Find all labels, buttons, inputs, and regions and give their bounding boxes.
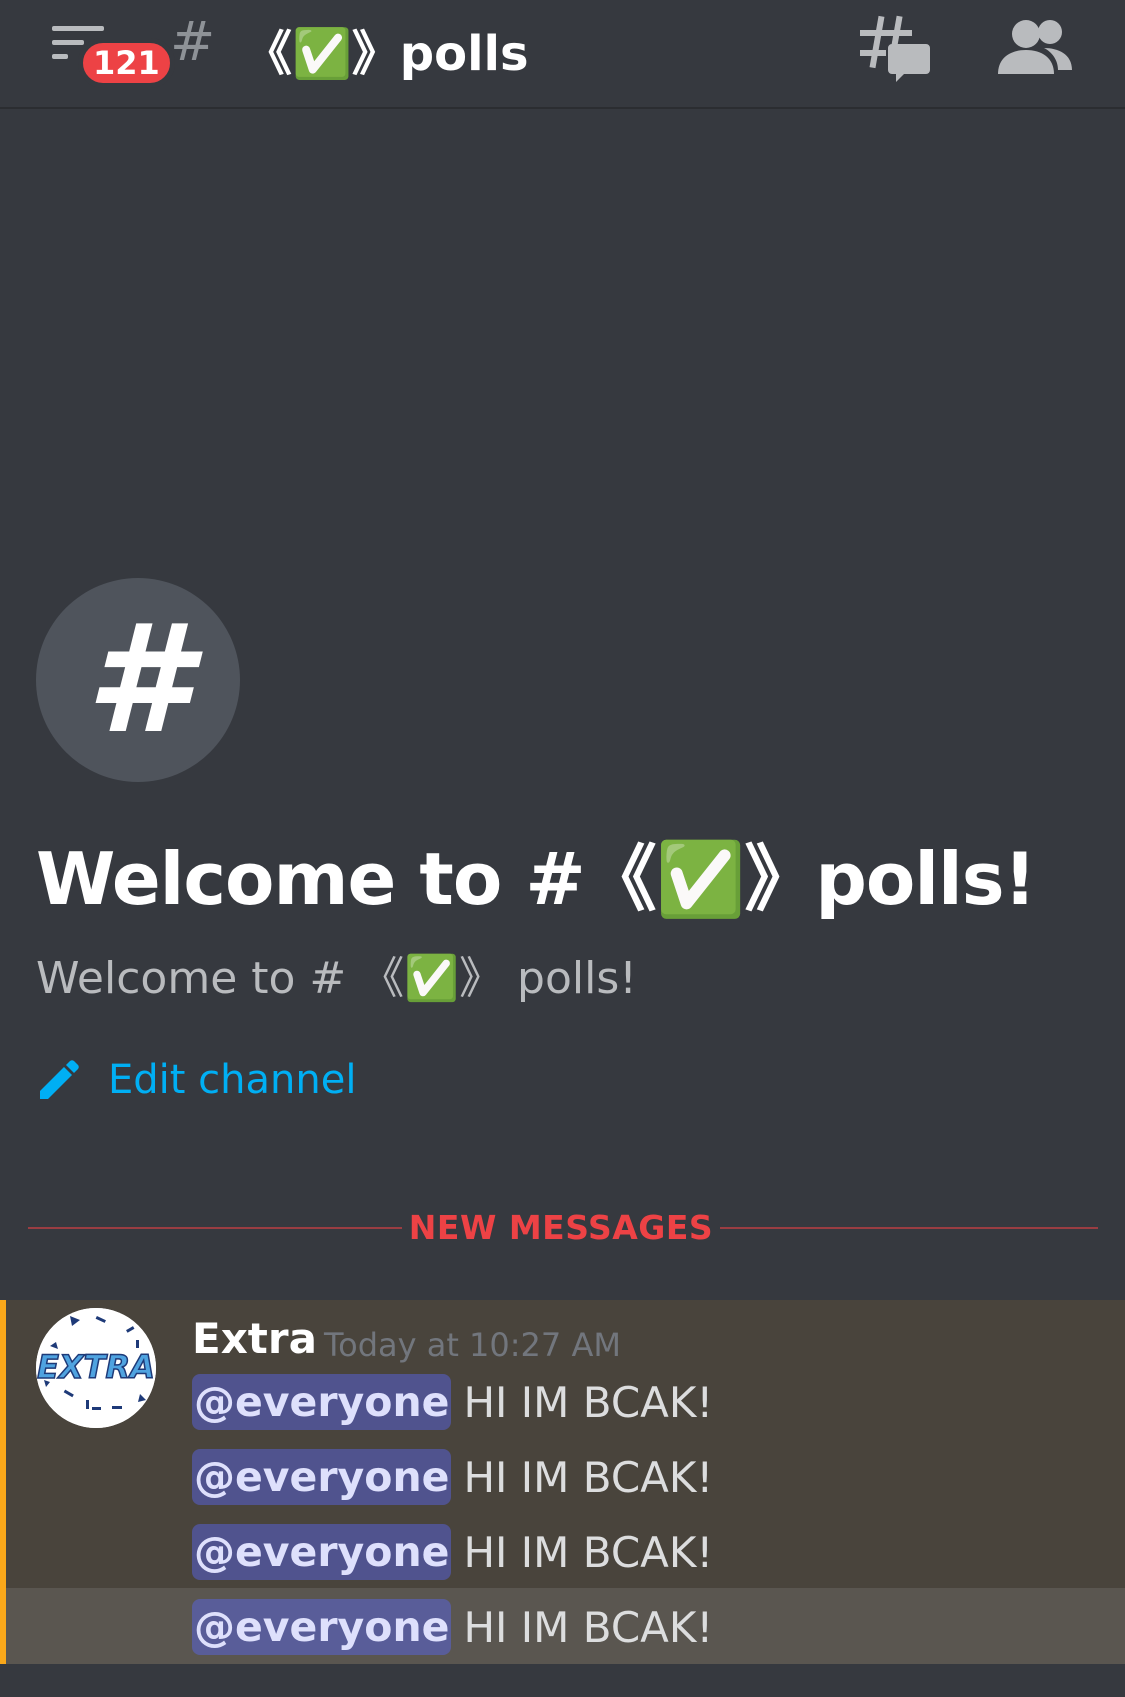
message-timestamp: Today at 10:27 AM [324,1326,621,1364]
message-text: HI IM BCAK! [463,1602,714,1652]
message-item[interactable]: @everyone HI IM BCAK! [192,1522,713,1582]
pencil-icon [40,1060,79,1099]
edit-channel-button[interactable]: Edit channel [36,1052,356,1108]
hash-icon: # [85,593,191,767]
channel-hash-icon: # [170,10,216,73]
message-text: HI IM BCAK! [463,1452,714,1502]
channel-icon: # [36,578,240,782]
new-messages-divider: NEW MESSAGES [28,1208,1098,1248]
everyone-mention[interactable]: @everyone [192,1524,452,1580]
channel-header: 121 # 《✅》polls [0,0,1125,109]
message-group: EXTRA Extra Today at 10:27 AM @everyone … [0,1300,1125,1664]
divider-line-right [720,1227,1098,1229]
channel-topic: Welcome to # 《✅》 polls! [36,953,637,1004]
app-root: 121 # 《✅》polls # Welcome to #《✅》polls! W… [0,0,1125,1697]
everyone-mention[interactable]: @everyone [192,1599,452,1655]
message-text: HI IM BCAK! [463,1377,714,1427]
message-item[interactable]: @everyone HI IM BCAK! [192,1597,713,1657]
avatar-image: EXTRA [36,1308,156,1428]
everyone-mention[interactable]: @everyone [192,1374,452,1430]
everyone-mention[interactable]: @everyone [192,1449,452,1505]
threads-button[interactable] [858,14,930,86]
new-messages-label: NEW MESSAGES [408,1208,714,1247]
hamburger-menu-button[interactable]: 121 [52,22,175,92]
message-author[interactable]: Extra [192,1314,317,1363]
avatar-logo-text: EXTRA [37,1348,155,1386]
edit-channel-label: Edit channel [108,1057,357,1103]
message-item[interactable]: @everyone HI IM BCAK! [192,1372,713,1432]
unread-badge: 121 [78,38,175,88]
channel-name[interactable]: 《✅》polls [244,14,529,84]
divider-line-left [28,1227,402,1229]
members-button[interactable] [998,18,1072,78]
welcome-title: Welcome to #《✅》polls! [36,837,1036,921]
message-text: HI IM BCAK! [463,1527,714,1577]
avatar[interactable]: EXTRA [36,1308,156,1428]
members-icon [998,20,1072,74]
message-item[interactable]: @everyone HI IM BCAK! [192,1447,713,1507]
threads-icon [860,15,930,82]
